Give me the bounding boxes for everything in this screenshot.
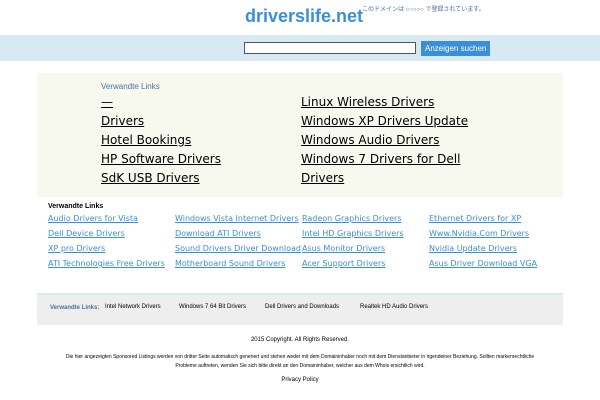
copyright-text: 2015 Copyright. All Rights Reserved. <box>250 337 350 343</box>
bottom-links-label: Verwandte Links: <box>50 305 100 311</box>
related-link[interactable]: Acer Support Drivers <box>302 259 385 268</box>
bottom-link[interactable]: Dell Drivers and Downloads <box>265 304 339 310</box>
main-link[interactable]: Windows Audio Drivers <box>301 133 439 147</box>
privacy-policy-link[interactable]: Privacy Policy <box>0 377 600 383</box>
bottom-link[interactable]: Windows 7 64 Bit Drivers <box>179 304 246 310</box>
related-link[interactable]: Motherboard Sound Drivers <box>175 259 285 268</box>
main-link[interactable]: Linux Wireless Drivers <box>301 95 434 109</box>
related-link[interactable]: Asus Monitor Drivers <box>302 244 385 253</box>
related-link[interactable]: Dell Device Drivers <box>48 229 125 238</box>
related-link[interactable]: Sound Drivers Driver Download <box>175 244 301 253</box>
site-title[interactable]: driverslife.net <box>245 6 363 27</box>
related-link[interactable]: Windows Vista Internet Drivers <box>175 214 299 223</box>
registrar-badge[interactable]: このドメインは ○○○○○ で登録されています。 <box>362 4 485 13</box>
related-link[interactable]: ATI Technologies Free Drivers <box>48 259 165 268</box>
main-link[interactable]: HP Software Drivers <box>101 152 221 166</box>
header: driverslife.net このドメインは ○○○○○ で登録されています。 <box>0 0 600 34</box>
related-link[interactable]: Audio Drivers for Vista <box>48 214 138 223</box>
bottom-link[interactable]: Intel Network Drivers <box>105 304 161 310</box>
related-link[interactable]: Download ATI Drivers <box>175 229 261 238</box>
related-links-subheading: Verwandte Links <box>48 203 104 210</box>
main-link[interactable]: Hotel Bookings <box>101 133 191 147</box>
related-links-heading: Verwandte Links <box>101 82 160 91</box>
related-link[interactable]: Ethernet Drivers for XP <box>429 214 521 223</box>
bottom-link[interactable]: Realtek HD Audio Drivers <box>360 304 428 310</box>
related-link[interactable]: Radeon Graphics Drivers <box>302 214 401 223</box>
search-input[interactable] <box>244 42 416 54</box>
main-link[interactable]: SdK USB Drivers <box>101 171 200 185</box>
main-link[interactable]: Drivers <box>301 171 344 185</box>
related-link[interactable]: Asus Driver Download VGA <box>429 259 537 268</box>
main-link[interactable]: Drivers <box>101 114 144 128</box>
related-link[interactable]: Intel HD Graphics Drivers <box>302 229 404 238</box>
related-link[interactable]: XP pro Drivers <box>48 244 105 253</box>
related-link[interactable]: Www.Nvidia.Com Drivers <box>429 229 529 238</box>
search-button[interactable]: Anzeigen suchen <box>421 41 491 56</box>
main-link[interactable]: Windows 7 Drivers for Dell <box>301 152 460 166</box>
main-link[interactable]: — <box>101 95 113 109</box>
related-link[interactable]: Nvidia Update Drivers <box>429 244 517 253</box>
main-link[interactable]: Windows XP Drivers Update <box>301 114 468 128</box>
disclaimer-text: Die hier angezeigten Sponsored Listings … <box>65 354 535 369</box>
